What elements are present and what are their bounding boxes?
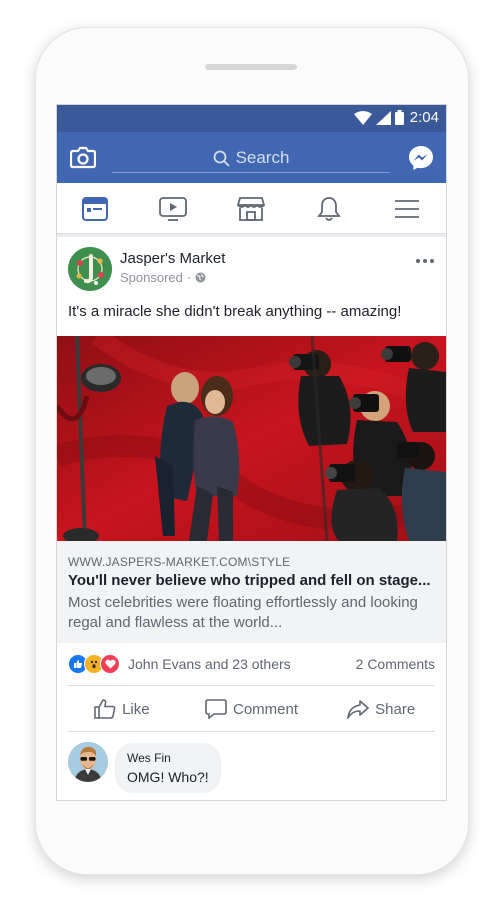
feed-post: Jasper's Market Sponsored · It's a mirac… — [57, 237, 446, 800]
page-name[interactable]: Jasper's Market — [120, 250, 225, 267]
commenter-avatar[interactable] — [68, 742, 108, 782]
more-dot-icon — [430, 259, 434, 263]
sponsored-separator: · — [186, 270, 192, 285]
jaspers-market-logo — [68, 247, 112, 291]
comment-author[interactable]: Wes Fin — [127, 751, 209, 765]
camera-icon — [69, 146, 97, 169]
tab-notifications[interactable] — [315, 195, 343, 223]
cellular-signal-icon — [375, 110, 391, 125]
hamburger-menu-icon — [395, 200, 419, 218]
news-feed-icon — [82, 197, 108, 221]
camera-button[interactable] — [69, 145, 97, 174]
reaction-names: John Evans and 23 others — [128, 656, 291, 672]
share-icon — [347, 700, 369, 719]
messenger-button[interactable] — [408, 145, 434, 176]
post-message: It's a miracle she didn't break anything… — [68, 303, 402, 320]
link-url: WWW.JASPERS-MARKET.COM\STYLE — [68, 555, 291, 569]
share-button[interactable]: Share — [316, 689, 446, 729]
wifi-icon — [353, 110, 372, 125]
post-actions: Like Comment Share — [57, 689, 446, 729]
more-dot-icon — [416, 259, 420, 263]
divider — [68, 731, 435, 732]
tab-menu[interactable] — [393, 195, 421, 223]
search-bar[interactable]: Search — [112, 144, 390, 173]
post-image[interactable] — [57, 336, 446, 541]
love-reaction-icon — [100, 654, 120, 674]
reaction-icons — [68, 654, 120, 674]
link-title: You'll never believe who tripped and fel… — [68, 572, 431, 589]
divider — [68, 685, 435, 686]
tab-bar — [57, 183, 446, 234]
commenter-photo — [68, 742, 108, 782]
marketplace-icon — [237, 197, 265, 221]
messenger-icon — [409, 146, 433, 170]
phone-screen: 2:04 Search Jasper's Market Sponsored · … — [56, 104, 447, 801]
comments-count[interactable]: 2 Comments — [356, 656, 435, 672]
link-description: Most celebrities were floating effortles… — [68, 594, 418, 631]
tab-marketplace[interactable] — [237, 195, 265, 223]
like-label: Like — [122, 700, 150, 718]
share-label: Share — [375, 700, 416, 718]
thumbs-up-icon — [94, 699, 116, 719]
globe-icon — [195, 272, 206, 283]
comment-icon — [205, 699, 227, 719]
status-bar: 2:04 — [57, 105, 446, 132]
comment-text: OMG! Who?! — [127, 769, 209, 785]
tab-watch[interactable] — [159, 195, 187, 223]
tab-news-feed[interactable] — [81, 195, 109, 223]
app-header: Search — [57, 132, 446, 183]
page-avatar[interactable] — [68, 247, 112, 291]
more-dot-icon — [423, 259, 427, 263]
comment-button[interactable]: Comment — [187, 689, 317, 729]
comment-label: Comment — [232, 700, 299, 718]
sponsored-label: Sponsored — [120, 270, 183, 285]
red-carpet-photo — [57, 336, 446, 541]
link-preview[interactable]: WWW.JASPERS-MARKET.COM\STYLE You'll neve… — [57, 541, 446, 643]
search-placeholder: Search — [235, 148, 290, 167]
sponsored-row: Sponsored · — [120, 270, 206, 285]
battery-icon — [394, 110, 404, 125]
like-button[interactable]: Like — [57, 689, 187, 729]
reactions-summary[interactable]: John Evans and 23 others 2 Comments — [68, 649, 435, 679]
post-options-button[interactable] — [416, 259, 434, 263]
bell-icon — [317, 197, 341, 221]
comment-bubble[interactable]: Wes Fin OMG! Who?! — [115, 743, 221, 793]
phone-speaker — [205, 64, 297, 70]
status-time: 2:04 — [409, 109, 439, 126]
search-icon — [213, 150, 230, 167]
watch-icon — [159, 197, 187, 221]
